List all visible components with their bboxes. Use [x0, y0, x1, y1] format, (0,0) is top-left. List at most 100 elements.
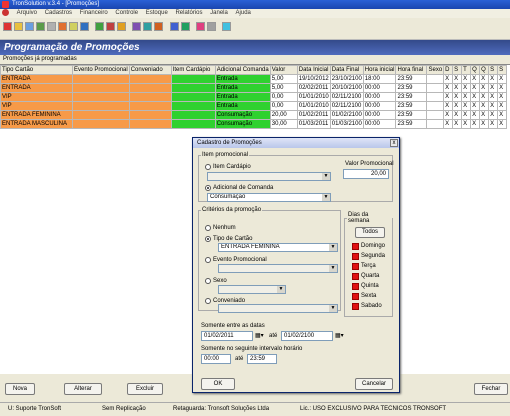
cell-evento[interactable] [72, 110, 130, 120]
cell-evento[interactable] [72, 83, 130, 93]
cell-tipo-cartao[interactable]: ENTRADA [0, 83, 73, 93]
valor-promocional-input[interactable]: 20,00 [343, 169, 389, 179]
cell-hora-final[interactable]: 23:59 [395, 83, 428, 93]
cell-day-mark[interactable]: X [470, 119, 481, 129]
table-row[interactable]: VIP Entrada 0,00 01/01/2010 02/11/2100 00:00 2… [0, 101, 508, 111]
table-row[interactable]: ENTRADA Entrada 5,00 02/02/2011 20/10/2100 00… [0, 83, 508, 93]
cell-day-mark[interactable]: X [470, 92, 481, 102]
col-evento[interactable]: Evento Promocional [72, 65, 130, 75]
cell-hora-inicial[interactable]: 00:00 [362, 119, 397, 129]
toolbar-config-icon[interactable] [143, 22, 152, 31]
cell-sexo[interactable] [426, 83, 445, 93]
col-qui[interactable]: Q [479, 65, 490, 75]
cell-day-mark[interactable]: X [461, 92, 472, 102]
cell-day-mark[interactable]: X [479, 92, 490, 102]
table-row[interactable]: ENTRADA FEMININA Consumação 20,00 01/02/201… [0, 110, 508, 120]
col-dom[interactable]: D [443, 65, 454, 75]
adicional-comanda-select[interactable]: Consumaçao ▼ [207, 193, 331, 202]
col-hora-final[interactable]: Hora final [395, 65, 428, 75]
cell-data-inicial[interactable]: 02/02/2011 [296, 83, 331, 93]
col-tipo-cartao[interactable]: Tipo Cartão [0, 65, 73, 75]
cell-item-cardapio[interactable] [170, 92, 216, 102]
toolbar-promo-icon[interactable] [196, 22, 205, 31]
col-data-final[interactable]: Data Final [329, 65, 364, 75]
cell-day-mark[interactable]: X [479, 101, 490, 111]
cell-adicional[interactable]: Consumação [214, 110, 271, 120]
tipo-cartao-radio[interactable] [205, 236, 211, 242]
fechar-button[interactable]: Fechar [474, 383, 508, 395]
day-checkbox[interactable] [352, 253, 359, 260]
conveniado-radio[interactable] [205, 298, 211, 304]
cell-valor[interactable]: 5,00 [269, 74, 298, 84]
toolbar-open-icon[interactable] [14, 22, 23, 31]
cell-day-mark[interactable]: X [470, 83, 481, 93]
sexo-select[interactable]: ▼ [218, 285, 286, 294]
cell-tipo-cartao[interactable]: ENTRADA [0, 74, 73, 84]
cell-sexo[interactable] [426, 92, 445, 102]
calendar-icon[interactable]: ▦▾ [255, 332, 264, 340]
col-valor[interactable]: Valor [269, 65, 298, 75]
todos-button[interactable]: Todos [355, 227, 385, 238]
cell-evento[interactable] [72, 119, 130, 129]
cell-day-mark[interactable]: X [497, 110, 508, 120]
table-row[interactable]: ENTRADA MASCULINA Consumação 30,00 01/03/20… [0, 119, 508, 129]
cell-conveniado[interactable] [128, 83, 172, 93]
cell-data-inicial[interactable]: 01/01/2010 [296, 92, 331, 102]
ok-button[interactable]: OK [201, 378, 235, 390]
cell-data-inicial[interactable]: 01/02/2011 [296, 110, 331, 120]
toolbar-tools-icon[interactable] [207, 22, 216, 31]
menu-relatorios[interactable]: Relatórios [175, 9, 202, 18]
cell-valor[interactable]: 5,00 [269, 83, 298, 93]
cell-day-mark[interactable]: X [461, 101, 472, 111]
cell-hora-final[interactable]: 23:59 [395, 92, 428, 102]
toolbar-report-icon[interactable] [69, 22, 78, 31]
toolbar-users-icon[interactable] [25, 22, 34, 31]
col-sexo[interactable]: Sexo [426, 65, 445, 75]
conveniado-select[interactable]: ▼ [218, 304, 338, 313]
cell-valor[interactable]: 0,00 [269, 101, 298, 111]
menu-janela[interactable]: Janela [210, 9, 228, 18]
toolbar-money-icon[interactable] [181, 22, 190, 31]
cell-adicional[interactable]: Consumação [214, 119, 271, 129]
toolbar-calc-icon[interactable] [117, 22, 126, 31]
cell-day-mark[interactable]: X [443, 101, 454, 111]
cell-day-mark[interactable]: X [443, 119, 454, 129]
cell-adicional[interactable]: Entrada [214, 74, 271, 84]
menu-cadastros[interactable]: Cadastros [45, 9, 72, 18]
close-icon[interactable]: x [390, 139, 398, 147]
cell-day-mark[interactable]: X [452, 119, 463, 129]
cell-day-mark[interactable]: X [452, 74, 463, 84]
evento-radio[interactable] [205, 257, 211, 263]
toolbar-help-icon[interactable] [222, 22, 231, 31]
cell-evento[interactable] [72, 74, 130, 84]
cell-day-mark[interactable]: X [470, 74, 481, 84]
cell-conveniado[interactable] [128, 92, 172, 102]
item-cardapio-select[interactable]: ▼ [207, 172, 331, 181]
col-seg[interactable]: S [452, 65, 463, 75]
cell-data-final[interactable]: 23/10/2100 [329, 74, 364, 84]
data-inicial-input[interactable]: 01/02/2011 [201, 331, 253, 341]
cell-day-mark[interactable]: X [461, 83, 472, 93]
nova-button[interactable]: Nova [5, 383, 35, 395]
cell-evento[interactable] [72, 92, 130, 102]
toolbar-chart-icon[interactable] [132, 22, 141, 31]
nenhum-radio[interactable] [205, 225, 211, 231]
day-checkbox[interactable] [352, 273, 359, 280]
cell-day-mark[interactable]: X [452, 101, 463, 111]
data-final-input[interactable]: 01/02/2100 [281, 331, 333, 341]
cell-adicional[interactable]: Entrada [214, 83, 271, 93]
alterar-button[interactable]: Alterar [64, 383, 102, 395]
menu-financeiro[interactable]: Financeiro [80, 9, 108, 18]
hora-inicial-input[interactable]: 00:00 [201, 354, 231, 364]
cell-day-mark[interactable]: X [461, 119, 472, 129]
cell-day-mark[interactable]: X [443, 92, 454, 102]
toolbar-print-icon[interactable] [47, 22, 56, 31]
excluir-button[interactable]: Excluir [127, 383, 163, 395]
toolbar-calendar-icon[interactable] [170, 22, 179, 31]
toolbar-exit-icon[interactable] [3, 22, 12, 31]
cell-hora-final[interactable]: 23:59 [395, 110, 428, 120]
cell-hora-final[interactable]: 23:59 [395, 119, 428, 129]
cell-item-cardapio[interactable] [170, 83, 216, 93]
cell-conveniado[interactable] [128, 101, 172, 111]
cell-item-cardapio[interactable] [170, 119, 216, 129]
